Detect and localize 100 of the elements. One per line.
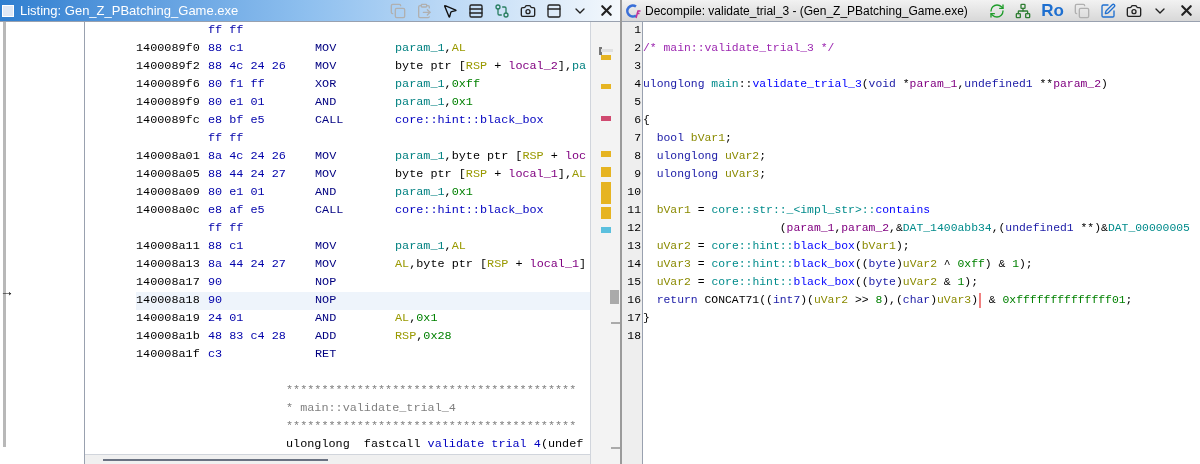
code-line: uVar2 = core::hint::black_box((byte)uVar2 & 1); [655,275,978,291]
listing-row[interactable]: 1400089f9 80 e1 01 AND param_1,0x1 [136,94,590,112]
instruction-bytes: 48 83 c4 28 [208,328,287,346]
instruction-bytes: e8 bf e5 [208,112,266,130]
instruction-bytes: 8a 4c 24 26 [208,148,287,166]
operands: RSP,0x28 [395,328,452,346]
address: 140008a05 [136,166,201,184]
code-line: ulonglong uVar2; [655,149,767,165]
instruction-bytes: 24 01 [208,310,245,328]
line-number: 12 [627,221,641,237]
listing-row[interactable]: 140008a01 8a 4c 24 26 MOV param_1,byte ptr [RSP + loc [136,148,590,166]
address: 140008a09 [136,184,201,202]
mnemonic: MOV [315,58,338,76]
line-number: 3 [634,59,641,75]
line-number: 17 [627,311,641,327]
code-line: { [643,113,650,129]
instruction-bytes: e8 af e5 [208,202,266,220]
listing-row[interactable]: ff ff [136,220,590,238]
mnemonic: MOV [315,148,338,166]
listing-title: Listing: Gen_Z_PBatching_Game.exe [20,1,239,20]
listing-row[interactable]: ff ff [136,22,590,40]
address: 140008a0c [136,202,201,220]
listing-row[interactable]: 1400089f2 88 4c 24 26 MOV byte ptr [RSP + local_2],pa [136,58,590,76]
scrollbar-thumb[interactable] [103,458,328,461]
operands: AL,0x1 [395,310,438,328]
listing-row[interactable]: 140008a09 80 e1 01 AND param_1,0x1 [136,184,590,202]
listing-row[interactable]: 140008a11 88 c1 MOV param_1,AL [136,238,590,256]
line-number: 7 [634,131,641,147]
listing-row[interactable]: 140008a18 90 NOP [136,292,590,310]
listing-row[interactable]: 140008a0c e8 af e5 CALL core::hint::black_box [136,202,590,220]
address: 1400089f9 [136,94,201,112]
address: 140008a1f [136,346,201,364]
line-number: 18 [627,329,641,345]
listing-row[interactable]: 1400089fc e8 bf e5 CALL core::hint::black_box [136,112,590,130]
line-number: 14 [627,257,641,273]
mnemonic: AND [315,94,338,112]
address: 140008a1b [136,328,201,346]
line-number: 2 [634,41,641,57]
cursor-arrow: → [0,284,14,298]
address: 140008a17 [136,274,201,292]
instruction-bytes: c3 [208,346,224,364]
operands: param_1,0x1 [395,94,473,112]
line-number: 4 [634,77,641,93]
mnemonic: ADD [315,328,338,346]
line-number: 16 [627,293,641,309]
code-line: ulonglong main::validate_trial_3(void *param_1,undefined1 **param_2) [643,77,1108,93]
operands: param_1,AL [395,238,466,256]
line-number: 9 [634,167,641,183]
listing-row[interactable]: 140008a17 90 NOP [136,274,590,292]
code-line: } [643,311,650,327]
operands: byte ptr [RSP + local_1],AL [395,166,587,184]
function-signature: ulonglong fastcall validate trial 4(undef [286,436,584,454]
listing-row[interactable]: 140008a13 8a 44 24 27 MOV AL,byte ptr [RSP + local_1] [136,256,590,274]
mnemonic: MOV [315,40,338,58]
address: 1400089fc [136,112,201,130]
instruction-bytes: ff ff [208,130,245,148]
instruction-bytes: 88 44 24 27 [208,166,287,184]
line-number: 6 [634,113,641,129]
operands: AL,byte ptr [RSP + local_1] [395,256,587,274]
operands: param_1,AL [395,40,466,58]
operands: param_1,0x1 [395,184,473,202]
code-line: /* main::validate_trial_3 */ [643,41,835,57]
instruction-bytes: 90 [208,274,224,292]
line-number: 13 [627,239,641,255]
instruction-bytes: 88 c1 [208,238,245,256]
instruction-bytes: ff ff [208,220,245,238]
code-line: return CONCAT71((int7)(uVar2 >> 8),(char)uVar3) & 0xffffffffffffff01; [655,292,1133,310]
listing-row[interactable]: 1400089f6 80 f1 ff XOR param_1,0xff [136,76,590,94]
mnemonic: CALL [315,202,345,220]
operands: byte ptr [RSP + local_2],pa [395,58,587,76]
address: 1400089f6 [136,76,201,94]
address: 140008a19 [136,310,201,328]
code-line: uVar2 = core::hint::black_box(bVar1); [655,239,910,255]
mnemonic: MOV [315,238,338,256]
ro-button[interactable]: Ro [1037,0,1068,24]
address: 1400089f0 [136,40,201,58]
line-number: 11 [627,203,641,219]
operands: core::hint::black_box [395,112,544,130]
listing-row[interactable]: ff ff [136,130,590,148]
instruction-bytes: 90 [208,292,224,310]
instruction-bytes: 80 e1 01 [208,94,266,112]
mnemonic: NOP [315,292,338,310]
listing-row[interactable]: 140008a1f c3 RET [136,346,590,364]
horizontal-scrollbar[interactable] [85,454,590,464]
listing-row[interactable]: 140008a1b 48 83 c4 28 ADD RSP,0x28 [136,328,590,346]
instruction-bytes: 80 e1 01 [208,184,266,202]
instruction-bytes: 8a 44 24 27 [208,256,287,274]
operands: param_1,0xff [395,76,480,94]
line-number: 8 [634,149,641,165]
listing-row[interactable]: 140008a19 24 01 AND AL,0x1 [136,310,590,328]
listing-row[interactable]: 140008a05 88 44 24 27 MOV byte ptr [RSP + local_1],AL [136,166,590,184]
operands: core::hint::black_box [395,202,544,220]
line-number: 15 [627,275,641,291]
address: 140008a11 [136,238,201,256]
mnemonic: MOV [315,166,338,184]
mnemonic: RET [315,346,338,364]
listing-row[interactable]: 1400089f0 88 c1 MOV param_1,AL [136,40,590,58]
address: 140008a01 [136,148,201,166]
mnemonic: NOP [315,274,338,292]
instruction-bytes: 88 4c 24 26 [208,58,287,76]
